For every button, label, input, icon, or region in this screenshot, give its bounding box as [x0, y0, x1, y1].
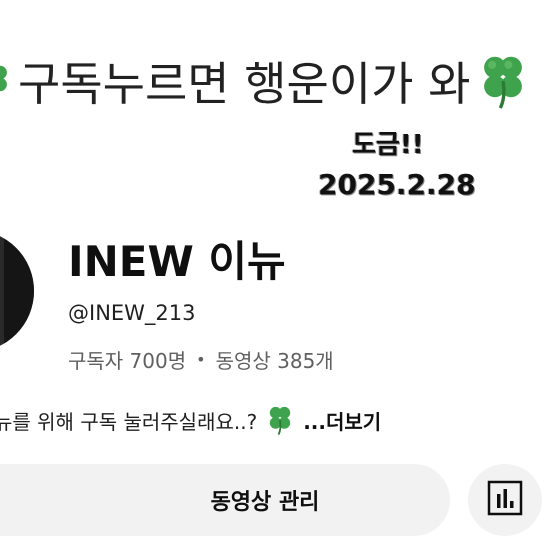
- clover-icon: [265, 404, 295, 436]
- channel-avatar[interactable]: [0, 230, 34, 352]
- channel-banner: 구독누르면 행운이가 와 도금!! 2025.2.28: [0, 0, 560, 212]
- channel-description[interactable]: 뉴를 위해 구독 눌러주실래요..? ...더보기: [0, 404, 381, 436]
- subscriber-count: 구독자 700명: [68, 349, 187, 373]
- banner-slogan-line: 구독누르면 행운이가 와: [0, 48, 530, 114]
- video-count: 동영상 385개: [215, 349, 334, 373]
- clover-icon: [0, 62, 12, 100]
- banner-slogan: 구독누르면 행운이가 와: [18, 57, 471, 111]
- analytics-button[interactable]: [468, 464, 542, 536]
- manage-videos-label: 동영상 관리: [210, 490, 320, 515]
- channel-name: INEW 이뉴: [68, 237, 286, 286]
- stats-separator: •: [196, 350, 206, 369]
- manage-videos-button[interactable]: 동영상 관리: [0, 464, 450, 536]
- banner-date: 2025.2.28: [318, 168, 476, 201]
- channel-page: 구독누르면 행운이가 와 도금!! 2025.2.28 INEW 이뉴 @INE…: [0, 0, 560, 560]
- banner-subtitle: 도금!!: [352, 130, 424, 160]
- analytics-icon: [487, 480, 523, 520]
- channel-stats: 구독자 700명 • 동영상 385개: [68, 345, 334, 374]
- more-link[interactable]: ...더보기: [303, 406, 381, 435]
- description-text: 뉴를 위해 구독 눌러주실래요..?: [0, 409, 258, 434]
- channel-handle: @INEW_213: [68, 301, 196, 325]
- avatar-detail: [4, 238, 34, 348]
- clover-icon: [476, 51, 530, 111]
